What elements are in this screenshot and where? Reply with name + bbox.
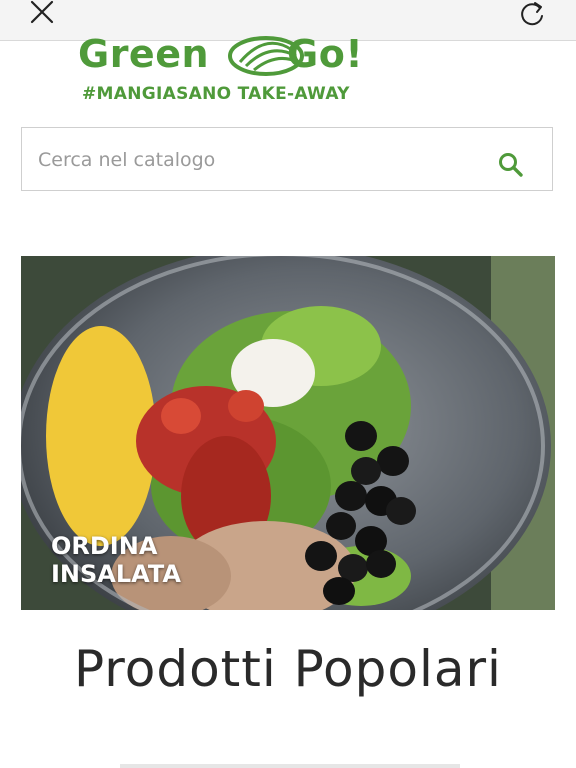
site-logo[interactable]: Green Go! #MANGIASANO TAKE-AWAY (78, 34, 408, 106)
banner-label: ORDINA INSALATA (51, 532, 181, 588)
search-icon (499, 153, 523, 177)
search-button[interactable] (498, 152, 524, 178)
search-input[interactable] (36, 128, 480, 192)
close-icon (30, 0, 54, 24)
reload-icon (521, 2, 543, 26)
logo-brand-left: Green (78, 32, 210, 76)
divider (120, 764, 460, 768)
reload-button[interactable] (518, 0, 548, 26)
logo-wordmark: Green Go! (78, 34, 363, 74)
catalog-search (21, 127, 553, 192)
section-title-popular: Prodotti Popolari (74, 640, 502, 698)
close-button[interactable] (28, 0, 58, 26)
leaf-icon (228, 36, 304, 76)
logo-tagline: #MANGIASANO TAKE-AWAY (82, 84, 350, 104)
order-salad-banner[interactable]: ORDINA INSALATA (21, 256, 555, 610)
